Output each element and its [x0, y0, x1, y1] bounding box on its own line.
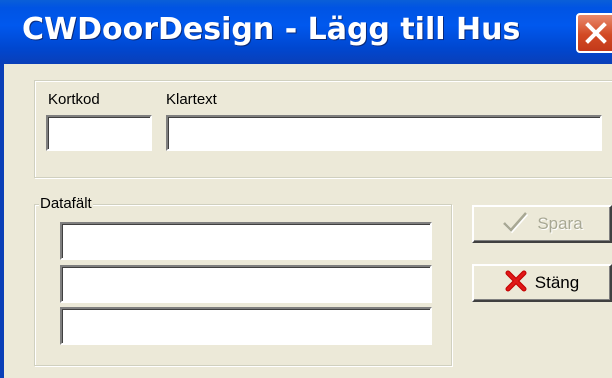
kortkod-field[interactable] — [46, 115, 152, 151]
window-frame-left — [0, 64, 4, 378]
close-x-icon — [585, 22, 607, 44]
data-field-1[interactable] — [60, 222, 432, 260]
window-title: CWDoorDesign - Lägg till Hus — [22, 12, 521, 47]
klartext-label: Klartext — [166, 91, 217, 108]
datafalt-group-label: Datafält — [39, 195, 93, 212]
dialog-window: CWDoorDesign - Lägg till Hus Kortkod Kla… — [0, 0, 612, 378]
close-button-label: Stäng — [534, 273, 580, 292]
kortkod-label: Kortkod — [48, 91, 100, 108]
klartext-field[interactable] — [166, 115, 602, 151]
data-field-3[interactable] — [60, 307, 432, 345]
window-close-button[interactable] — [576, 13, 612, 53]
close-button[interactable]: Stäng — [472, 264, 612, 302]
title-bar[interactable]: CWDoorDesign - Lägg till Hus — [0, 0, 612, 64]
save-button-label: Spara — [537, 214, 583, 233]
checkmark-icon — [501, 210, 529, 239]
save-button[interactable]: Spara — [472, 205, 612, 243]
red-x-icon — [505, 270, 527, 297]
data-field-2[interactable] — [60, 265, 432, 303]
